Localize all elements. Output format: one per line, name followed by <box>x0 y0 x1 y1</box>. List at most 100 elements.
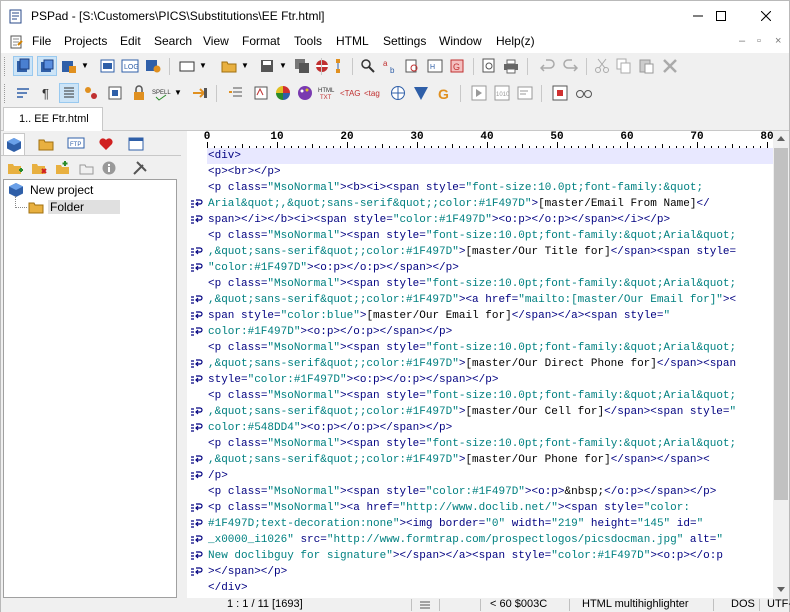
code-token: class= <box>227 390 268 402</box>
dropdown-arrow-icon[interactable]: ▼ <box>199 61 207 70</box>
redo-button[interactable] <box>560 56 580 76</box>
status-line-end[interactable]: DOS <box>731 598 755 610</box>
pspad-app-icon <box>9 9 22 24</box>
lock-button[interactable] <box>129 83 149 103</box>
html-tidy-button[interactable] <box>226 83 246 103</box>
google-button[interactable]: G <box>434 83 454 103</box>
hex-button[interactable]: H <box>425 56 445 76</box>
tag-uppercase-button[interactable]: <tag <box>364 83 384 103</box>
menu-view[interactable]: View <box>203 34 229 48</box>
save-project-button[interactable] <box>59 56 79 76</box>
preview-button[interactable] <box>479 56 499 76</box>
dropdown-arrow-icon[interactable]: ▼ <box>81 61 89 70</box>
toolbar-grip[interactable] <box>4 84 7 103</box>
goto-button[interactable]: G <box>447 56 467 76</box>
color-palette-button[interactable] <box>295 83 315 103</box>
mdi-close-button[interactable]: × <box>775 35 781 47</box>
tree-item-folder[interactable]: Folder <box>28 199 121 215</box>
record-macro-button[interactable] <box>550 83 570 103</box>
add-file-button[interactable] <box>53 158 73 178</box>
binary-button[interactable]: 1010 <box>492 83 512 103</box>
menu-tools[interactable]: Tools <box>294 34 322 48</box>
tab-favorites[interactable] <box>95 133 117 155</box>
web-preview-button[interactable] <box>388 83 408 103</box>
tab-projects[interactable] <box>3 133 25 155</box>
toolbar-grip[interactable] <box>4 57 7 76</box>
svg-text:a: a <box>383 59 388 68</box>
cleanup-button[interactable] <box>251 83 271 103</box>
tools-button[interactable] <box>130 158 150 178</box>
dropdown-arrow-icon[interactable]: ▼ <box>174 88 182 97</box>
code-token: New doclibguy for signature" <box>208 550 393 562</box>
info-button[interactable] <box>99 158 119 178</box>
copy-button[interactable] <box>614 56 634 76</box>
menu-search[interactable]: Search <box>154 34 192 48</box>
run-button[interactable] <box>469 83 489 103</box>
open-button[interactable] <box>219 56 239 76</box>
menu-format[interactable]: Format <box>242 34 280 48</box>
word-wrap-button[interactable] <box>13 83 33 103</box>
save-button[interactable] <box>257 56 277 76</box>
code-explorer-button[interactable] <box>81 83 101 103</box>
open-file-button[interactable] <box>37 56 57 76</box>
new-document-button[interactable] <box>177 56 197 76</box>
menu-projects[interactable]: Projects <box>64 34 107 48</box>
project-settings-button[interactable] <box>143 56 163 76</box>
close-button[interactable] <box>743 1 789 31</box>
code-token: style= <box>386 278 426 290</box>
tree-item-project[interactable]: New project <box>8 182 93 198</box>
hex-icon: H <box>427 59 443 73</box>
code-line: color:#548DD4"><o:p></o:p></span></p> <box>208 420 452 436</box>
replace-button[interactable]: ab <box>380 56 400 76</box>
code-token: ><a <box>340 502 367 514</box>
w3c-validate-button[interactable] <box>411 83 431 103</box>
html-to-text-button[interactable]: HTML TXT <box>317 83 337 103</box>
find-button[interactable] <box>358 56 378 76</box>
remove-folder-button[interactable] <box>29 158 49 178</box>
mdi-restore-button[interactable]: ▫ <box>757 35 761 47</box>
tag-lowercase-button[interactable]: <TAG <box>340 83 360 103</box>
menu-help[interactable]: Help(z) <box>496 34 535 48</box>
line-numbers-button[interactable] <box>59 83 79 103</box>
show-chars-button[interactable]: ¶ <box>37 83 57 103</box>
code-token: Arial&quot;,&quot;sans-serif&quot;;color… <box>208 198 532 210</box>
tree-button[interactable] <box>328 56 348 76</box>
dropdown-arrow-icon[interactable]: ▼ <box>279 61 287 70</box>
delete-button[interactable] <box>660 56 680 76</box>
status-highlighter[interactable]: HTML multihighlighter <box>582 598 689 610</box>
vertical-scrollbar[interactable] <box>773 131 789 598</box>
status-encoding[interactable]: UTF-8 <box>767 598 790 610</box>
mdi-minimize-button[interactable]: – <box>739 35 745 47</box>
project-button[interactable] <box>98 56 118 76</box>
tab-files[interactable] <box>35 133 57 155</box>
terminal-button[interactable] <box>515 83 535 103</box>
tab-ftp[interactable]: FTP <box>65 133 87 155</box>
menu-html[interactable]: HTML <box>336 34 369 48</box>
log-button[interactable]: LOG <box>120 56 140 76</box>
save-all-button[interactable] <box>292 56 312 76</box>
tab-open-files[interactable] <box>125 133 147 155</box>
menu-file[interactable]: File <box>32 34 51 48</box>
dropdown-arrow-icon[interactable]: ▼ <box>241 61 249 70</box>
scroll-thumb[interactable] <box>774 148 788 500</box>
paste-button[interactable] <box>636 56 656 76</box>
new-file-button[interactable] <box>13 56 33 76</box>
menu-window[interactable]: Window <box>439 34 482 48</box>
macro-button[interactable] <box>190 83 210 103</box>
code-editor[interactable]: <div> <p><br></p> <p class="MsoNormal"><b>… <box>207 148 773 598</box>
remove-file-button[interactable] <box>77 158 97 178</box>
print-button[interactable] <box>501 56 521 76</box>
tab-ee-ftr[interactable]: 1.. EE Ftr.html <box>3 107 103 131</box>
undo-button[interactable] <box>538 56 558 76</box>
add-folder-button[interactable] <box>5 158 25 178</box>
play-macro-button[interactable] <box>574 83 594 103</box>
menu-settings[interactable]: Settings <box>383 34 426 48</box>
code-token: ><o:p> <box>524 486 565 498</box>
find-in-files-button[interactable] <box>402 56 422 76</box>
color-picker-button[interactable] <box>273 83 293 103</box>
maximize-button[interactable] <box>698 1 744 31</box>
cut-button[interactable] <box>592 56 612 76</box>
menu-edit[interactable]: Edit <box>120 34 141 48</box>
spell-check-button[interactable]: SPELL <box>152 83 172 103</box>
bookmarks-button[interactable] <box>105 83 125 103</box>
